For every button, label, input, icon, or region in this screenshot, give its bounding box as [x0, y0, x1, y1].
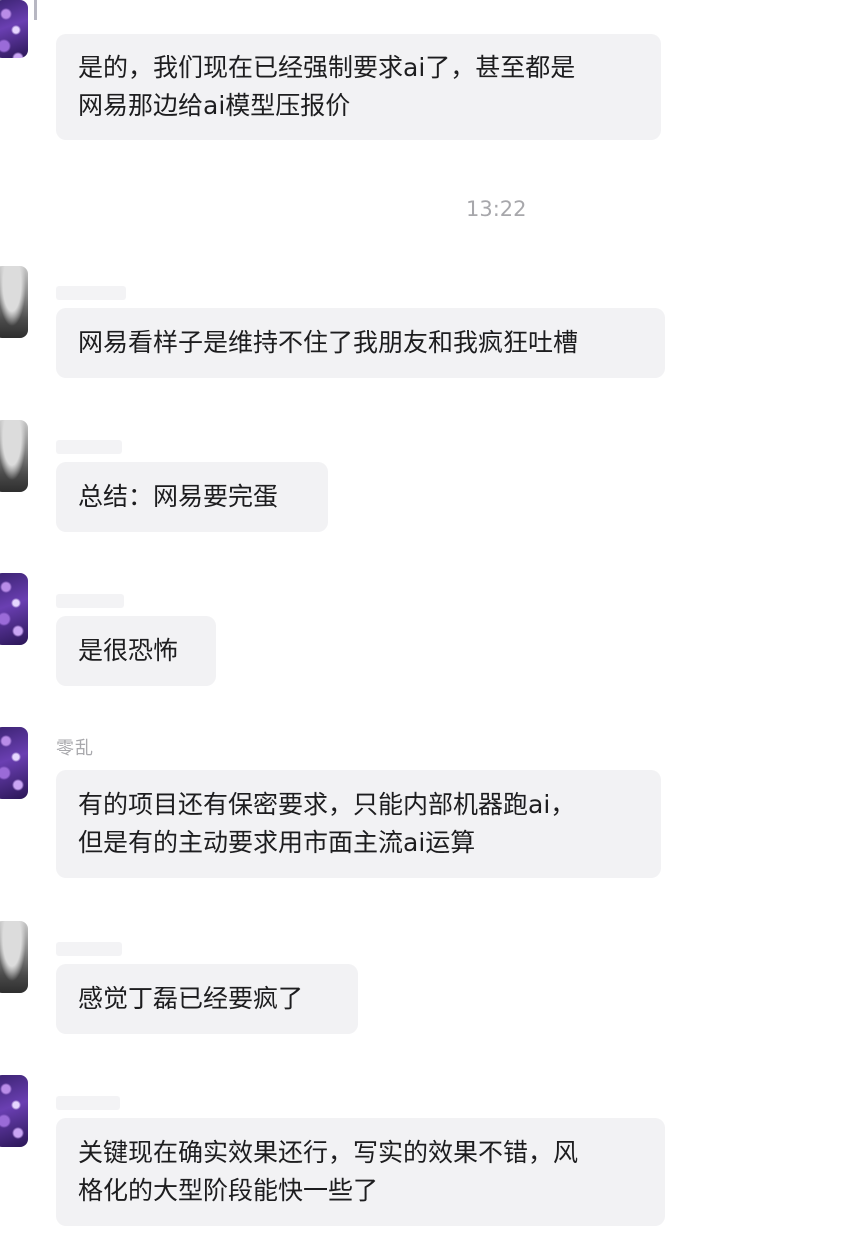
sender-name-redacted — [56, 942, 122, 956]
scroll-edge-marker — [34, 0, 37, 20]
message-bubble[interactable]: 有的项目还有保密要求，只能内部机器跑ai， 但是有的主动要求用市面主流ai运算 — [56, 770, 661, 878]
sender-name-redacted — [56, 594, 124, 608]
avatar[interactable] — [0, 1075, 28, 1147]
message-bubble[interactable]: 关键现在确实效果还行，写实的效果不错，风 格化的大型阶段能快一些了 — [56, 1118, 665, 1226]
sender-name-redacted — [56, 440, 122, 454]
message-text-line: 但是有的主动要求用市面主流ai运算 — [78, 828, 476, 857]
message-text-line: 感觉丁磊已经要疯了 — [78, 984, 304, 1013]
sender-name: 零乱 — [56, 738, 94, 759]
avatar[interactable] — [0, 921, 28, 993]
chat-message-list[interactable]: 是的，我们现在已经强制要求ai了，甚至都是 网易那边给ai模型压报价 13:22… — [0, 0, 850, 1236]
message-bubble[interactable]: 是很恐怖 — [56, 616, 216, 686]
message-bubble[interactable]: 感觉丁磊已经要疯了 — [56, 964, 358, 1034]
avatar[interactable] — [0, 573, 28, 645]
avatar[interactable] — [0, 266, 28, 338]
message-timestamp: 13:22 — [466, 197, 527, 221]
message-text-line: 有的项目还有保密要求，只能内部机器跑ai， — [78, 790, 576, 819]
message-bubble[interactable]: 网易看样子是维持不住了我朋友和我疯狂吐槽 — [56, 308, 665, 378]
avatar[interactable] — [0, 727, 28, 799]
message-text-line: 关键现在确实效果还行，写实的效果不错，风 — [78, 1138, 579, 1167]
message-text-line: 网易那边给ai模型压报价 — [78, 91, 351, 120]
sender-name-redacted — [56, 286, 126, 300]
message-text-line: 格化的大型阶段能快一些了 — [78, 1176, 379, 1205]
avatar[interactable] — [0, 420, 28, 492]
message-bubble[interactable]: 是的，我们现在已经强制要求ai了，甚至都是 网易那边给ai模型压报价 — [56, 34, 661, 140]
message-bubble[interactable]: 总结：网易要完蛋 — [56, 462, 328, 532]
message-text-line: 是很恐怖 — [78, 636, 179, 665]
avatar[interactable] — [0, 0, 28, 58]
message-text-line: 总结：网易要完蛋 — [78, 482, 279, 511]
sender-name-redacted — [56, 1096, 120, 1110]
message-text-line: 是的，我们现在已经强制要求ai了，甚至都是 — [78, 53, 576, 82]
message-text-line: 网易看样子是维持不住了我朋友和我疯狂吐槽 — [78, 328, 579, 357]
